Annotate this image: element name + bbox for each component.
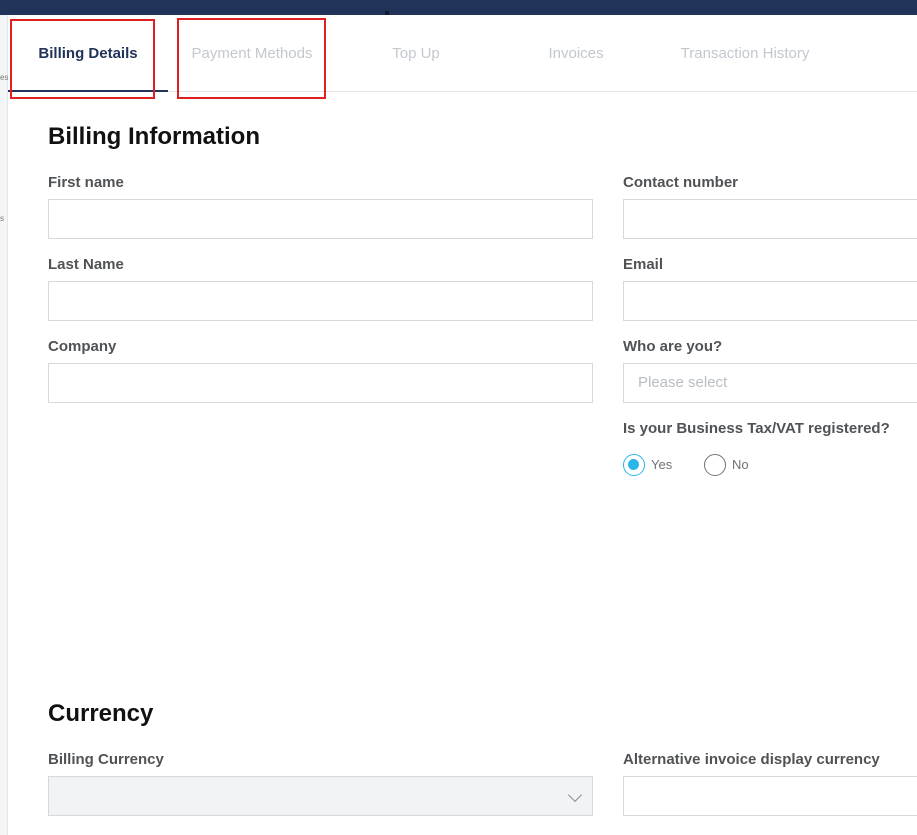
sidebar-fragment: s	[0, 214, 4, 223]
company-input[interactable]	[48, 363, 593, 403]
last-name-input[interactable]	[48, 281, 593, 321]
last-name-label: Last Name	[48, 256, 124, 273]
billing-information-heading: Billing Information	[48, 123, 260, 150]
vat-no-label[interactable]: No	[732, 457, 749, 472]
tab-invoices[interactable]: Invoices	[516, 15, 636, 91]
email-input[interactable]	[623, 281, 917, 321]
tab-payment-methods[interactable]: Payment Methods	[178, 15, 326, 91]
vat-yes-radio[interactable]	[623, 454, 645, 476]
who-are-you-label: Who are you?	[623, 338, 723, 355]
radio-selected-dot	[628, 459, 639, 470]
who-are-you-placeholder: Please select	[638, 374, 728, 391]
vat-yes-label[interactable]: Yes	[651, 457, 672, 472]
email-label: Email	[623, 256, 664, 273]
who-are-you-select[interactable]: Please select	[623, 363, 917, 403]
currency-heading: Currency	[48, 700, 154, 727]
first-name-label: First name	[48, 174, 124, 191]
vat-no-radio[interactable]	[704, 454, 726, 476]
billing-currency-select[interactable]	[48, 776, 593, 816]
tab-billing-details[interactable]: Billing Details	[8, 15, 168, 92]
alt-currency-label: Alternative invoice display currency	[623, 751, 880, 768]
tab-top-up[interactable]: Top Up	[356, 15, 476, 91]
contact-number-label: Contact number	[623, 174, 739, 191]
contact-number-input[interactable]	[623, 199, 917, 239]
tab-transaction-history[interactable]: Transaction History	[660, 15, 830, 91]
top-bar	[0, 0, 917, 15]
company-label: Company	[48, 338, 117, 355]
billing-currency-label: Billing Currency	[48, 751, 164, 768]
collapsed-sidebar[interactable]: es s	[0, 15, 8, 835]
alt-currency-select[interactable]	[623, 776, 917, 816]
first-name-input[interactable]	[48, 199, 593, 239]
chevron-down-icon	[567, 787, 583, 803]
tab-bar: Billing Details Payment Methods Top Up I…	[8, 15, 917, 92]
vat-registered-label: Is your Business Tax/VAT registered?	[623, 420, 890, 437]
